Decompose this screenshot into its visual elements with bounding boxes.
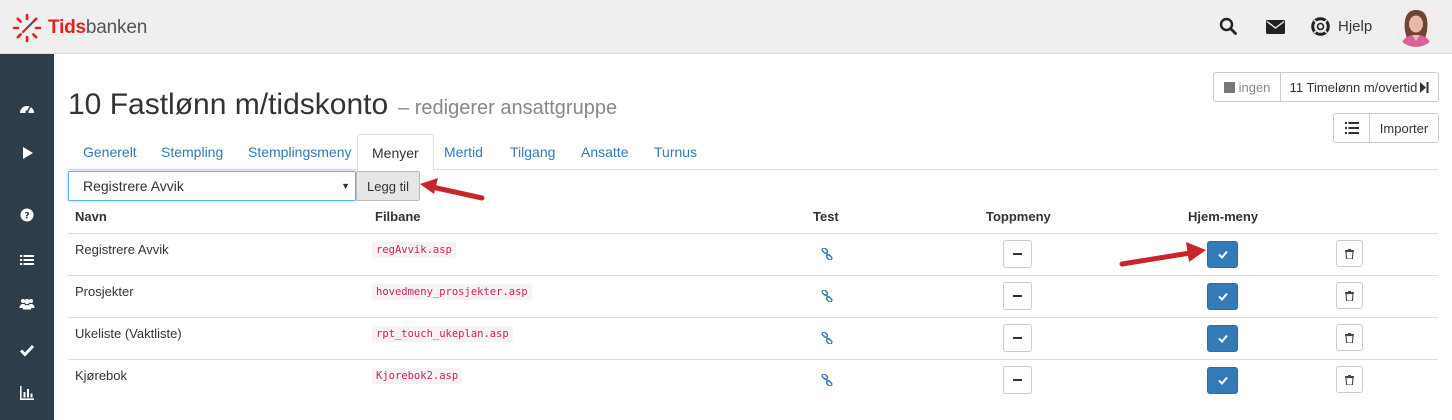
home-menu-toggle[interactable] — [1207, 367, 1238, 394]
dashboard-icon[interactable] — [19, 100, 35, 116]
row-path: regAvvik.asp — [372, 242, 456, 258]
avatar[interactable] — [1395, 5, 1437, 47]
column-header-home-menu: Hjem-meny — [1188, 209, 1259, 224]
list-icon[interactable] — [19, 252, 35, 268]
row-name: Ukeliste (Vaktliste) — [75, 326, 182, 341]
tab-turnus[interactable]: Turnus — [654, 134, 697, 170]
page-subtitle: – redigerer ansattgruppe — [398, 97, 618, 119]
menu-select[interactable]: Registrere Avvik ▼ — [68, 171, 356, 201]
svg-text:?: ? — [24, 212, 29, 222]
envelope-icon[interactable] — [1266, 20, 1285, 34]
prev-group-label: ingen — [1238, 79, 1271, 95]
search-icon[interactable] — [1219, 17, 1237, 35]
delete-button[interactable] — [1336, 324, 1363, 351]
top-menu-toggle[interactable] — [1003, 282, 1032, 310]
lifebuoy-icon[interactable] — [1311, 17, 1330, 36]
tab-stemplingsmeny[interactable]: Stemplingsmeny — [248, 134, 352, 170]
row-path: rpt_touch_ukeplan.asp — [372, 326, 513, 342]
top-bar: Tidsbanken Hjelp — [0, 0, 1452, 54]
check-icon — [1217, 376, 1228, 385]
trash-icon — [1345, 332, 1354, 343]
list-icon — [1344, 122, 1359, 134]
logo-text-part2: banken — [85, 17, 148, 38]
tab-ansatte[interactable]: Ansatte — [581, 134, 628, 170]
logo[interactable]: Tidsbanken — [12, 13, 147, 43]
tab-tilgang[interactable]: Tilgang — [510, 134, 555, 170]
link-icon[interactable] — [821, 290, 833, 302]
table-divider — [68, 317, 1438, 318]
delete-button[interactable] — [1336, 240, 1363, 267]
row-path: hovedmeny_prosjekter.asp — [372, 284, 532, 300]
trash-icon — [1345, 290, 1354, 301]
help-link[interactable]: Hjelp — [1338, 18, 1372, 35]
next-group-button[interactable]: 11 Timelønn m/overtid — [1280, 72, 1439, 102]
page-title: 10 Fastlønn m/tidskonto — [68, 88, 389, 121]
play-icon[interactable] — [19, 145, 35, 161]
trash-icon — [1345, 374, 1354, 385]
minus-icon — [1013, 253, 1022, 255]
chevron-down-icon: ▼ — [341, 181, 350, 191]
minus-icon — [1013, 379, 1022, 381]
table-divider — [68, 233, 1438, 234]
row-name: Prosjekter — [75, 284, 134, 299]
link-icon[interactable] — [821, 374, 833, 386]
link-icon[interactable] — [821, 248, 833, 260]
sidebar: ? — [0, 54, 54, 420]
logo-clock-icon — [12, 13, 42, 43]
top-menu-toggle[interactable] — [1003, 366, 1032, 394]
check-icon[interactable] — [19, 342, 35, 358]
column-header-top-menu: Toppmeny — [986, 209, 1051, 224]
annotation-arrow-add — [420, 178, 485, 201]
column-header-test: Test — [813, 209, 839, 224]
minus-icon — [1013, 337, 1022, 339]
delete-button[interactable] — [1336, 282, 1363, 309]
home-menu-toggle[interactable] — [1207, 325, 1238, 352]
minus-icon — [1013, 295, 1022, 297]
check-icon — [1217, 250, 1228, 259]
bar-chart-icon[interactable] — [19, 385, 35, 401]
tab-stempling[interactable]: Stempling — [161, 134, 223, 170]
top-menu-toggle[interactable] — [1003, 324, 1032, 352]
link-icon[interactable] — [821, 332, 833, 344]
add-menu-button[interactable]: Legg til — [356, 171, 420, 201]
logo-text: Tidsbanken — [48, 17, 147, 39]
tab-bar: Generelt Stempling Stemplingsmeny Menyer… — [68, 134, 1438, 171]
check-icon — [1217, 292, 1228, 301]
column-header-name: Navn — [75, 209, 107, 224]
step-forward-icon — [1420, 81, 1429, 93]
tab-generelt[interactable]: Generelt — [83, 134, 137, 170]
table-divider — [68, 359, 1438, 360]
add-menu-label: Legg til — [367, 178, 409, 194]
top-menu-toggle[interactable] — [1003, 240, 1032, 268]
prev-group-button[interactable]: ingen — [1213, 72, 1281, 102]
users-icon[interactable] — [19, 296, 35, 312]
next-group-label: 11 Timelønn m/overtid — [1289, 79, 1418, 95]
logo-text-part1: Tids — [48, 17, 86, 38]
row-name: Registrere Avvik — [75, 242, 169, 257]
stop-icon — [1223, 81, 1235, 93]
question-icon[interactable]: ? — [19, 207, 35, 223]
home-menu-toggle[interactable] — [1207, 241, 1238, 268]
row-name: Kjørebok — [75, 368, 128, 383]
avatar-image — [1395, 5, 1437, 47]
tab-menyer[interactable]: Menyer — [357, 134, 434, 171]
tab-mertid[interactable]: Mertid — [444, 134, 483, 170]
annotation-arrow-home-menu — [1119, 242, 1206, 267]
delete-button[interactable] — [1336, 366, 1363, 393]
check-icon — [1217, 334, 1228, 343]
column-header-path: Filbane — [375, 209, 421, 224]
page-header: 10 Fastlønn m/tidskonto – redigerer ansa… — [68, 88, 617, 122]
trash-icon — [1345, 248, 1354, 259]
row-path: Kjorebok2.asp — [372, 368, 463, 384]
table-divider — [68, 275, 1438, 276]
home-menu-toggle[interactable] — [1207, 283, 1238, 310]
menu-select-value: Registrere Avvik — [83, 178, 184, 194]
